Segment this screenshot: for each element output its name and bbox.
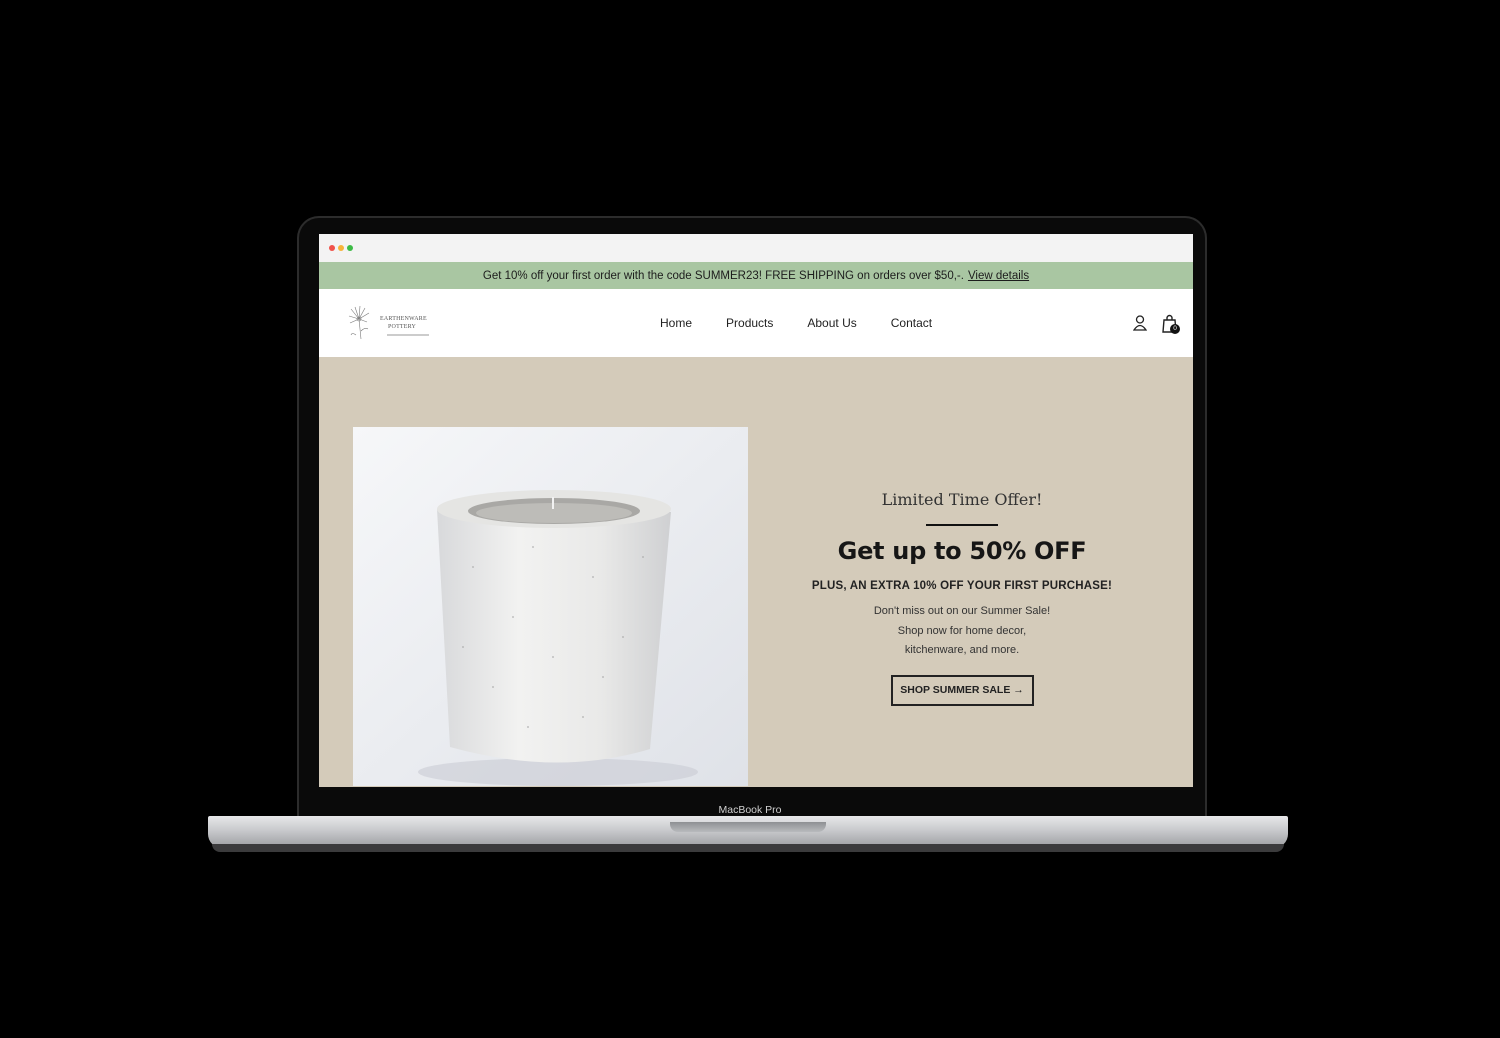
offer-description: Don't miss out on our Summer Sale! Shop … bbox=[873, 605, 1051, 656]
main-navigation: Home Products About Us Contact bbox=[660, 316, 932, 330]
nav-home[interactable]: Home bbox=[660, 316, 692, 330]
sale-offer-panel: Limited Time Offer! Get up to 50% OFF PL… bbox=[779, 490, 1145, 706]
logo-wordmark: EARTHENWARE POTTERY bbox=[380, 316, 427, 330]
offer-headline: Get up to 50% OFF bbox=[837, 537, 1087, 565]
site-header: EARTHENWARE POTTERY Home Products About … bbox=[319, 289, 1193, 357]
logo-tagline bbox=[387, 334, 429, 336]
maximize-window-dot[interactable] bbox=[347, 245, 353, 251]
user-account-icon[interactable] bbox=[1133, 315, 1147, 331]
announcement-bar: Get 10% off your first order with the co… bbox=[319, 262, 1193, 289]
dandelion-logo-icon bbox=[348, 305, 370, 340]
offer-kicker: Limited Time Offer! bbox=[881, 490, 1043, 509]
nav-products[interactable]: Products bbox=[726, 316, 773, 330]
site-logo[interactable]: EARTHENWARE POTTERY bbox=[347, 303, 437, 343]
view-details-link[interactable]: View details bbox=[968, 270, 1029, 282]
offer-subheadline: PLUS, AN EXTRA 10% OFF YOUR FIRST PURCHA… bbox=[811, 580, 1113, 592]
offer-divider bbox=[926, 524, 998, 526]
laptop-base-shadow bbox=[212, 844, 1284, 852]
browser-titlebar bbox=[319, 234, 1193, 262]
announcement-text: Get 10% off your first order with the co… bbox=[482, 269, 964, 282]
cart-count-badge: 0 bbox=[1170, 324, 1180, 334]
nav-contact[interactable]: Contact bbox=[891, 316, 932, 330]
laptop-hinge-notch bbox=[670, 822, 826, 832]
minimize-window-dot[interactable] bbox=[338, 245, 344, 251]
candle-product-image bbox=[353, 427, 748, 786]
device-label: MacBook Pro bbox=[718, 804, 782, 816]
nav-about-us[interactable]: About Us bbox=[807, 316, 856, 330]
close-window-dot[interactable] bbox=[329, 245, 335, 251]
shop-summer-sale-button[interactable]: SHOP SUMMER SALE → bbox=[890, 674, 1034, 706]
browser-screen: Get 10% off your first order with the co… bbox=[319, 234, 1193, 787]
